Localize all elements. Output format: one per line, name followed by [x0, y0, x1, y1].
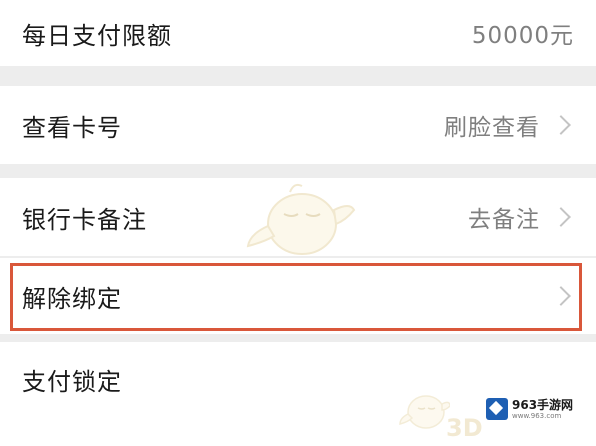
daily-limit-value: 50000元 — [471, 23, 574, 49]
card-remark-row[interactable]: 银行卡备注 去备注 — [0, 178, 596, 256]
unbind-card-label: 解除绑定 — [22, 284, 122, 313]
daily-limit-row[interactable]: 每日支付限额 50000元 — [0, 0, 596, 66]
watermark-3d-text: 3D — [446, 414, 483, 442]
add-remark-value: 去备注 — [468, 207, 540, 233]
payment-lock-label: 支付锁定 — [22, 368, 122, 396]
logo-brand-text: 963手游网 — [512, 398, 574, 412]
view-card-number-label: 查看卡号 — [22, 113, 122, 142]
card-remark-label: 银行卡备注 — [22, 205, 147, 234]
bank-card-settings-screen: 每日支付限额 50000元 查看卡号 刷脸查看 银行卡备注 去备注 解除绑定 支… — [0, 0, 596, 446]
daily-limit-label: 每日支付限额 — [22, 21, 172, 50]
view-card-number-row[interactable]: 查看卡号 刷脸查看 — [0, 86, 596, 164]
chevron-right-icon — [551, 207, 571, 227]
site-logo: 963手游网 www.963.com — [486, 394, 590, 424]
chevron-right-icon — [551, 115, 571, 135]
logo-icon — [486, 398, 508, 420]
unbind-card-row[interactable]: 解除绑定 — [0, 258, 596, 334]
chevron-right-icon — [551, 286, 571, 306]
face-scan-view-value: 刷脸查看 — [444, 115, 540, 141]
logo-domain-text: www.963.com — [512, 412, 562, 420]
